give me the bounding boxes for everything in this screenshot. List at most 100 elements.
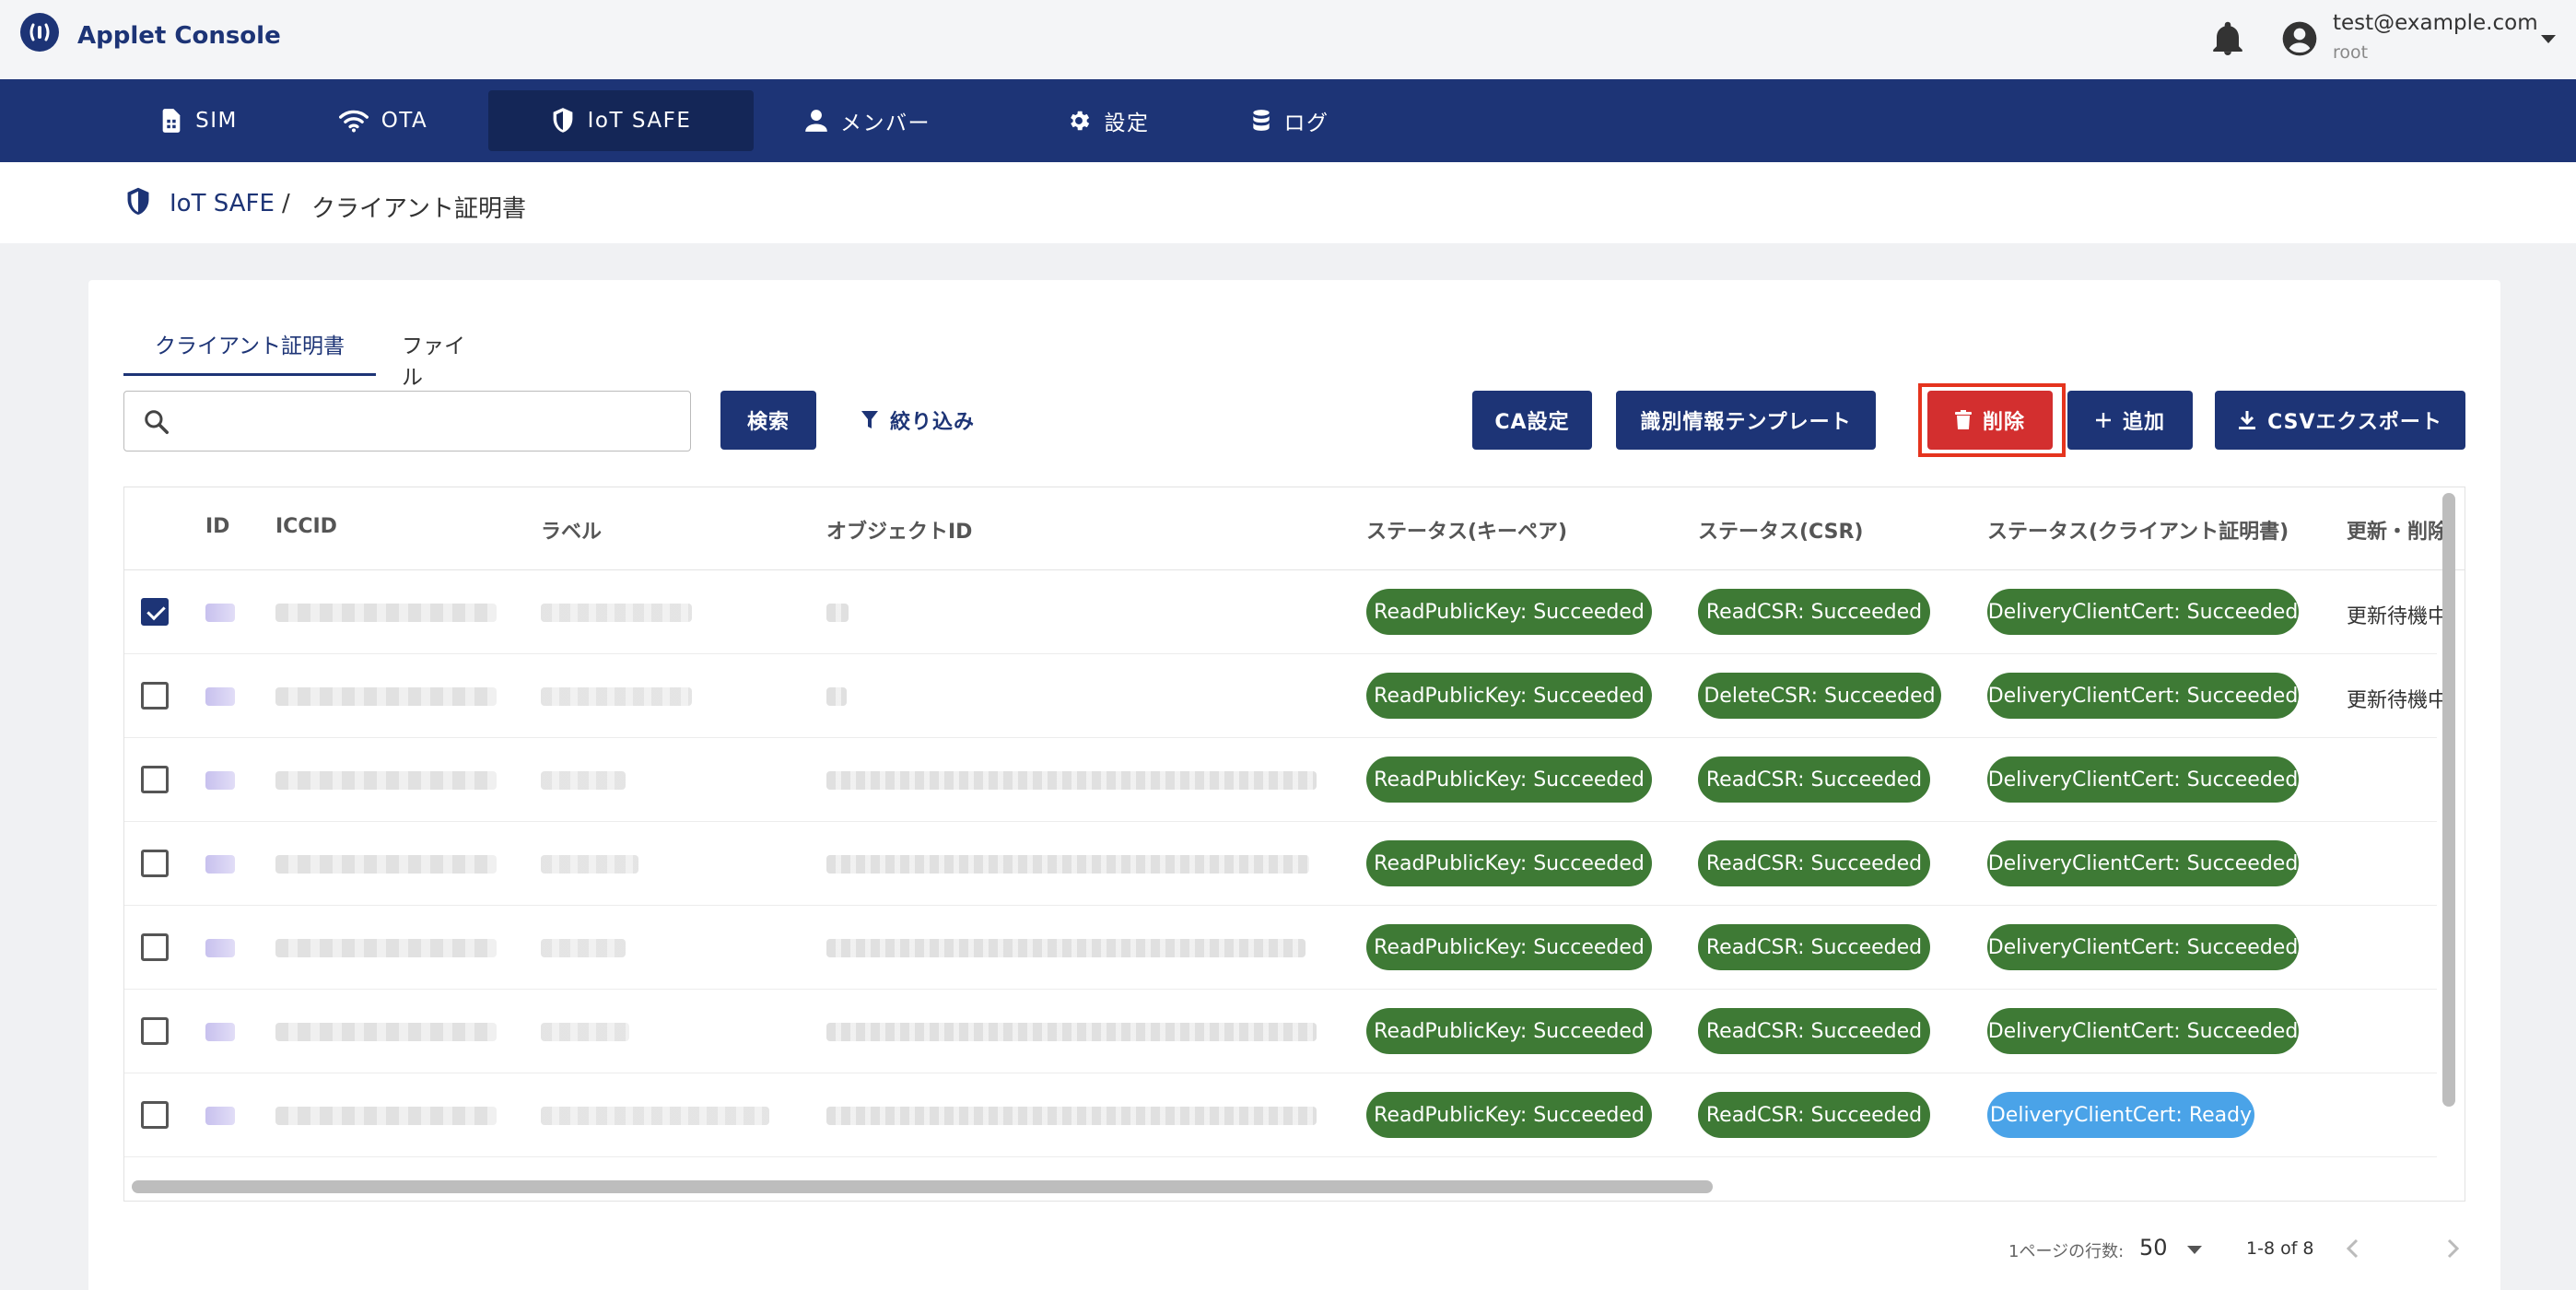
status-cert-chip: DeliveryClientCert: Succeeded [1987,756,2299,803]
table-row[interactable]: ReadPublicKey: Succeeded ReadCSR: Succee… [124,570,2448,654]
table-header: ID ICCID ラベル オブジェクトID ステータス(キーペア) ステータス(… [124,487,2465,570]
redacted-object-id [826,1107,1317,1125]
plus-icon [2095,413,2111,428]
row-checkbox[interactable] [141,766,169,793]
main-card: クライアント証明書 ファイル 検索 絞り込み CA設定 識別情報テンプレート 削… [88,280,2500,1290]
nav-label-iot-safe: IoT SAFE [587,109,692,133]
renew-status: 更新待機中 [2347,689,2449,712]
horizontal-scrollbar[interactable] [132,1180,1713,1193]
row-checkbox[interactable] [141,933,169,961]
column-header-iccid[interactable]: ICCID [275,515,337,538]
tab-files[interactable]: ファイル [376,328,505,390]
column-header-id[interactable]: ID [205,515,229,538]
nav-item-ota[interactable]: OTA [251,90,516,151]
csv-export-label: CSVエクスポート [2267,411,2442,434]
redacted-iccid [275,1107,497,1125]
breadcrumb-link-iot-safe[interactable]: IoT SAFE [170,190,275,217]
row-checkbox[interactable] [141,1101,169,1129]
status-keypair-chip: ReadPublicKey: Succeeded [1366,1092,1652,1138]
user-role: root [2333,42,2369,63]
rows-per-page-select[interactable]: 50 [2139,1235,2168,1261]
status-cert-chip: DeliveryClientCert: Succeeded [1987,673,2299,719]
account-menu-caret-icon[interactable] [2541,35,2556,43]
status-csr-chip: ReadCSR: Succeeded [1698,589,1930,635]
table-row[interactable]: ReadPublicKey: Succeeded ReadCSR: Succee… [124,1073,2437,1157]
notification-bell-icon[interactable] [2211,20,2244,57]
status-keypair-chip: ReadPublicKey: Succeeded [1366,1008,1652,1054]
ca-settings-label: CA設定 [1494,411,1570,434]
redacted-iccid [275,939,497,957]
redacted-id [205,604,235,622]
add-button[interactable]: 追加 [2067,391,2193,450]
chevron-right-icon[interactable] [2441,1235,2464,1262]
redacted-label [541,855,638,874]
chevron-left-icon[interactable] [2342,1235,2364,1262]
redacted-label [541,687,692,706]
account-circle-icon[interactable] [2281,20,2318,57]
user-email[interactable]: test@example.com [2333,11,2538,35]
nav-item-logs[interactable]: ログ [1157,90,1423,151]
column-header-status-csr[interactable]: ステータス(CSR) [1698,515,1863,545]
status-cert-chip: DeliveryClientCert: Succeeded [1987,589,2299,635]
rows-per-page-caret-icon[interactable] [2187,1246,2202,1254]
certificates-table: ID ICCID ラベル オブジェクトID ステータス(キーペア) ステータス(… [123,487,2465,1202]
nav-item-iot-safe[interactable]: IoT SAFE [488,90,754,151]
row-checkbox[interactable] [141,850,169,877]
csv-export-button[interactable]: CSVエクスポート [2215,391,2465,450]
renew-status: 更新待機中 [2347,605,2449,628]
search-field[interactable] [123,391,691,452]
app-title: Applet Console [77,22,281,50]
identity-template-button[interactable]: 識別情報テンプレート [1616,391,1876,450]
status-csr-chip: ReadCSR: Succeeded [1698,840,1930,886]
rows-per-page-label: 1ページの行数: [2008,1242,2125,1261]
download-icon [2239,411,2256,429]
redacted-iccid [275,855,497,874]
redacted-object-id [826,604,849,622]
row-checkbox[interactable] [141,1017,169,1045]
row-checkbox[interactable] [141,598,169,626]
status-cert-chip: DeliveryClientCert: Succeeded [1987,924,2299,970]
status-keypair-chip: ReadPublicKey: Succeeded [1366,673,1652,719]
status-cert-chip: DeliveryClientCert: Succeeded [1987,1008,2299,1054]
tab-client-certificates[interactable]: クライアント証明書 [123,328,376,376]
vertical-scrollbar[interactable] [2442,493,2455,1107]
redacted-label [541,604,692,622]
search-button[interactable]: 検索 [720,391,816,450]
nav-item-members[interactable]: メンバー [735,90,1001,151]
column-header-status-cert[interactable]: ステータス(クライアント証明書) [1987,515,2289,545]
database-icon [1252,110,1270,131]
table-row[interactable]: ReadPublicKey: Succeeded ReadCSR: Succee… [124,990,2437,1073]
nav-label-logs: ログ [1283,111,1329,135]
redacted-iccid [275,1023,497,1041]
filter-button[interactable]: 絞り込み [844,391,991,450]
table-row[interactable]: ReadPublicKey: Succeeded ReadCSR: Succee… [124,822,2437,906]
breadcrumb-separator: / [282,190,290,217]
search-input[interactable] [189,405,677,440]
gear-icon [1070,111,1089,131]
redacted-label [541,1107,769,1125]
column-header-label[interactable]: ラベル [541,515,602,545]
column-header-renew-delete[interactable]: 更新・削除 [2347,515,2448,545]
nav-label-members: メンバー [840,111,931,135]
redacted-id [205,939,235,957]
redacted-iccid [275,771,497,790]
person-icon [805,110,827,132]
ca-settings-button[interactable]: CA設定 [1472,391,1592,450]
redacted-label [541,939,626,957]
column-header-object-id[interactable]: オブジェクトID [826,515,972,545]
column-header-status-keypair[interactable]: ステータス(キーペア) [1366,515,1567,545]
sim-card-icon [162,109,181,133]
redacted-id [205,855,235,874]
table-row[interactable]: ReadPublicKey: Succeeded ReadCSR: Succee… [124,906,2437,990]
table-row[interactable]: ReadPublicKey: Succeeded ReadCSR: Succee… [124,738,2437,822]
search-icon [145,410,169,434]
delete-button[interactable]: 削除 [1927,391,2053,450]
row-checkbox[interactable] [141,682,169,710]
table-row[interactable]: ReadPublicKey: Succeeded DeleteCSR: Succ… [124,654,2448,738]
delete-button-label: 削除 [1982,411,2025,434]
top-bar: Applet Console test@example.com root [0,0,2576,79]
redacted-iccid [275,687,497,706]
add-button-label: 追加 [2122,411,2165,434]
status-csr-chip: ReadCSR: Succeeded [1698,756,1930,803]
status-csr-chip: DeleteCSR: Succeeded [1698,673,1941,719]
